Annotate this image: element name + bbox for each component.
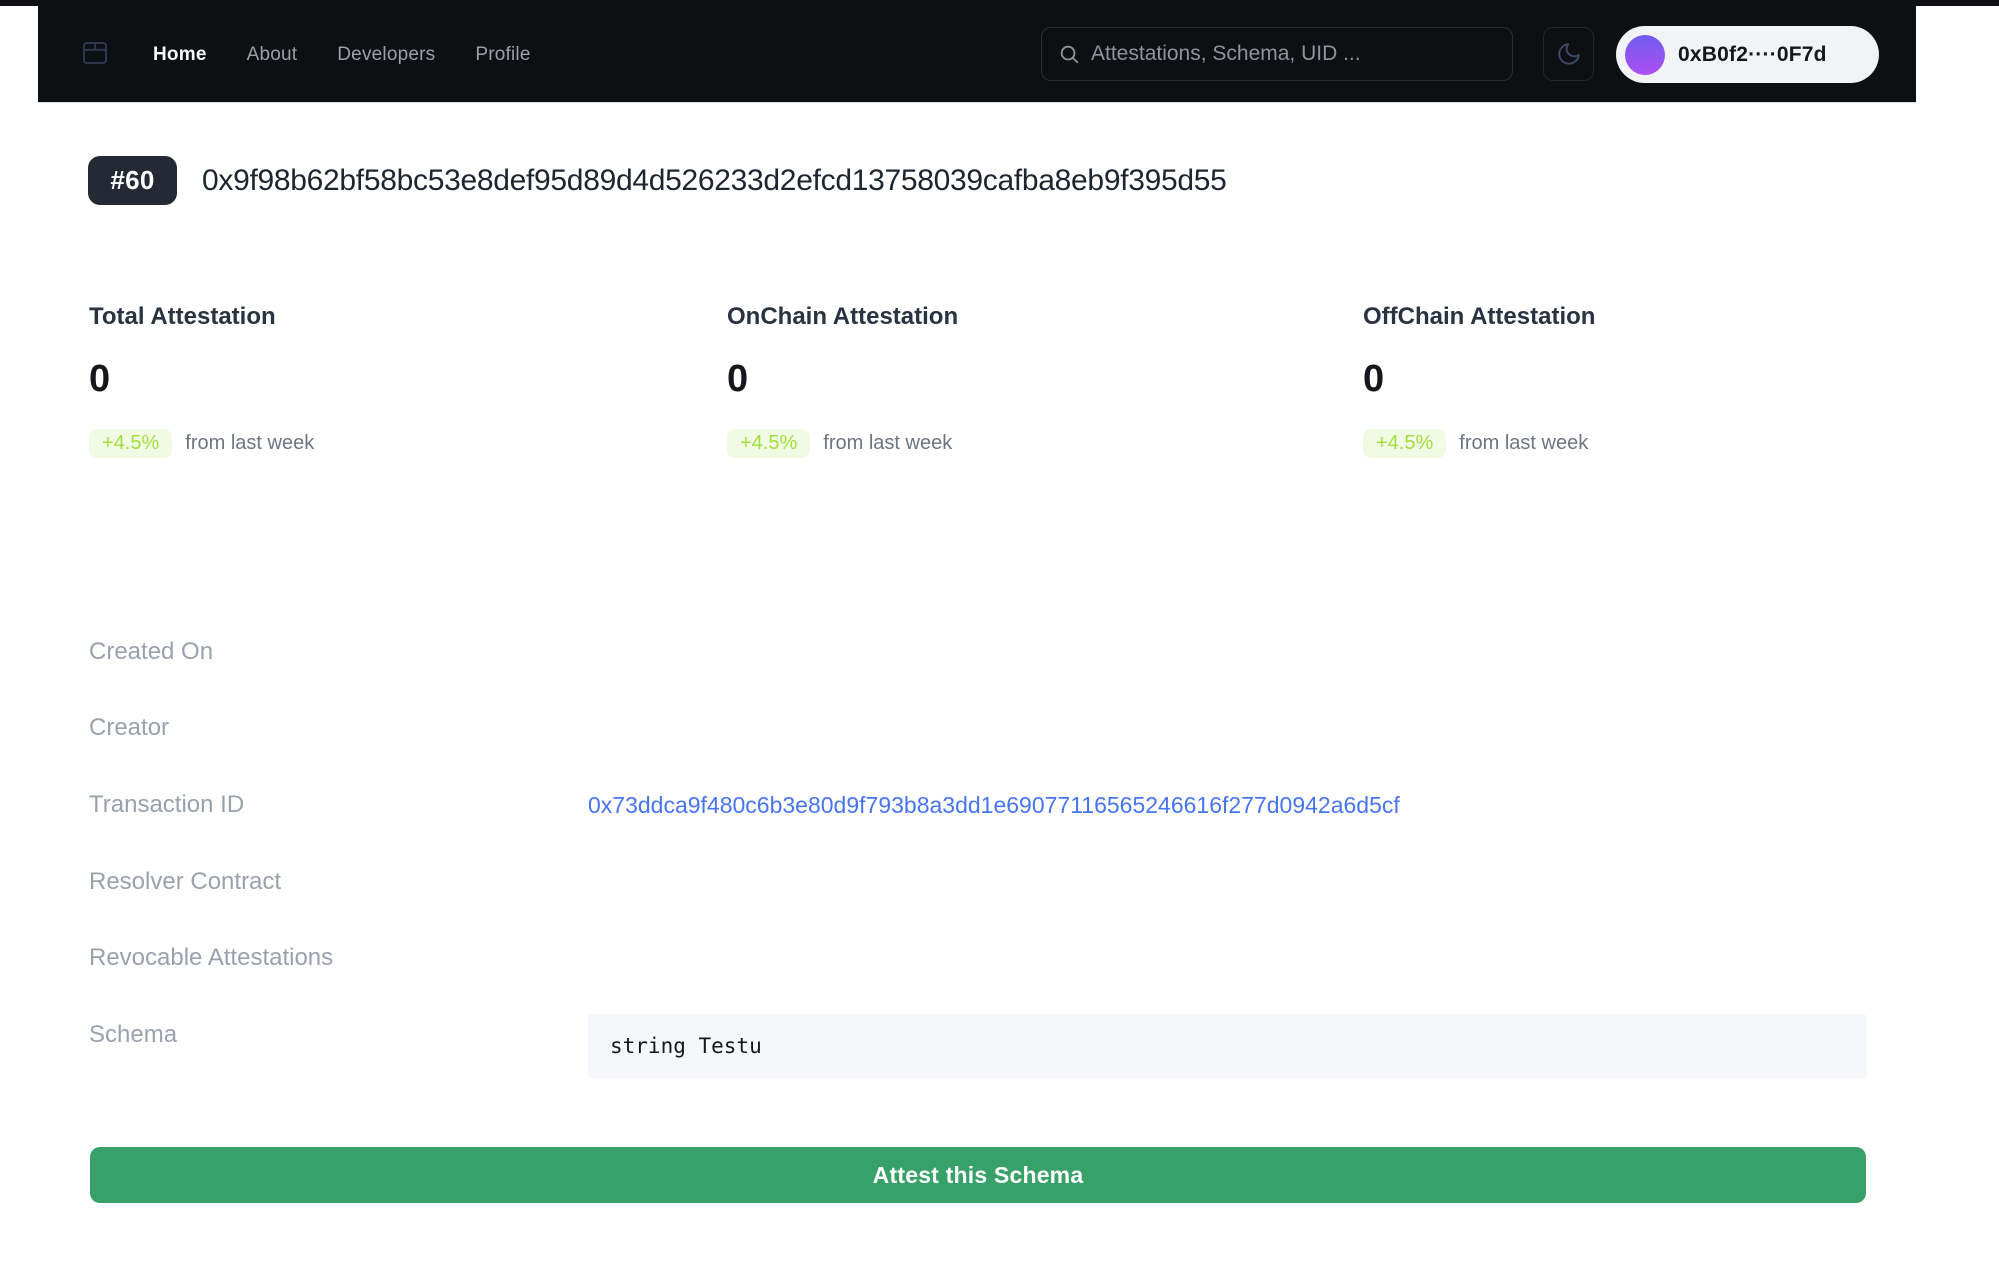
stat-change-note: from last week [1459,432,1588,455]
stat-delta-row: +4.5% from last week [727,429,1287,458]
stat-title: Total Attestation [89,305,649,329]
detail-label-resolver-contract: Resolver Contract [89,868,281,896]
schema-code-box: string Testu [588,1014,1867,1078]
nav-item-profile[interactable]: Profile [475,44,530,66]
stat-change-badge: +4.5% [89,429,172,458]
stat-card-total: Total Attestation 0 +4.5% from last week [89,305,649,458]
detail-label-transaction-id: Transaction ID [89,791,244,819]
detail-label-creator: Creator [89,714,169,742]
stat-card-offchain: OffChain Attestation 0 +4.5% from last w… [1363,305,1923,458]
stat-change-badge: +4.5% [727,429,810,458]
stat-delta-row: +4.5% from last week [89,429,649,458]
stat-card-onchain: OnChain Attestation 0 +4.5% from last we… [727,305,1287,458]
stat-title: OffChain Attestation [1363,305,1923,329]
detail-label-created-on: Created On [89,638,213,666]
schema-detail-page: Home About Developers Profile 0x [0,0,1999,1267]
main-nav: Home About Developers Profile [153,6,531,103]
nav-item-about[interactable]: About [247,44,298,66]
stat-value: 0 [727,359,1287,399]
attest-schema-button[interactable]: Attest this Schema [90,1147,1866,1203]
app-logo[interactable] [80,6,110,103]
schema-header: #60 0x9f98b62bf58bc53e8def95d89d4d526233… [88,156,1227,205]
stat-delta-row: +4.5% from last week [1363,429,1923,458]
stat-change-note: from last week [185,432,314,455]
nav-item-developers[interactable]: Developers [337,44,435,66]
detail-label-revocable-attestations: Revocable Attestations [89,944,333,972]
nav-item-home[interactable]: Home [153,44,207,66]
wallet-avatar [1625,35,1665,75]
navbar: Home About Developers Profile 0x [38,6,1916,103]
stat-title: OnChain Attestation [727,305,1287,329]
stat-change-badge: +4.5% [1363,429,1446,458]
schema-uid: 0x9f98b62bf58bc53e8def95d89d4d526233d2ef… [202,164,1227,198]
schema-number-badge: #60 [88,156,177,205]
transaction-id-link[interactable]: 0x73ddca9f480c6b3e80d9f793b8a3dd1e690771… [588,793,1400,817]
theme-toggle-button[interactable] [1543,27,1594,81]
schema-definition: string Testu [588,1034,762,1058]
archive-box-icon [80,38,110,71]
wallet-button[interactable]: 0xB0f2····0F7d [1616,26,1879,83]
stat-value: 0 [89,359,649,399]
wallet-address: 0xB0f2····0F7d [1678,43,1827,67]
stat-change-note: from last week [823,432,952,455]
detail-label-schema: Schema [89,1021,177,1049]
moon-icon [1556,41,1582,67]
search-box [1041,27,1513,81]
search-input[interactable] [1091,42,1496,66]
stat-value: 0 [1363,359,1923,399]
search-icon [1058,43,1080,65]
